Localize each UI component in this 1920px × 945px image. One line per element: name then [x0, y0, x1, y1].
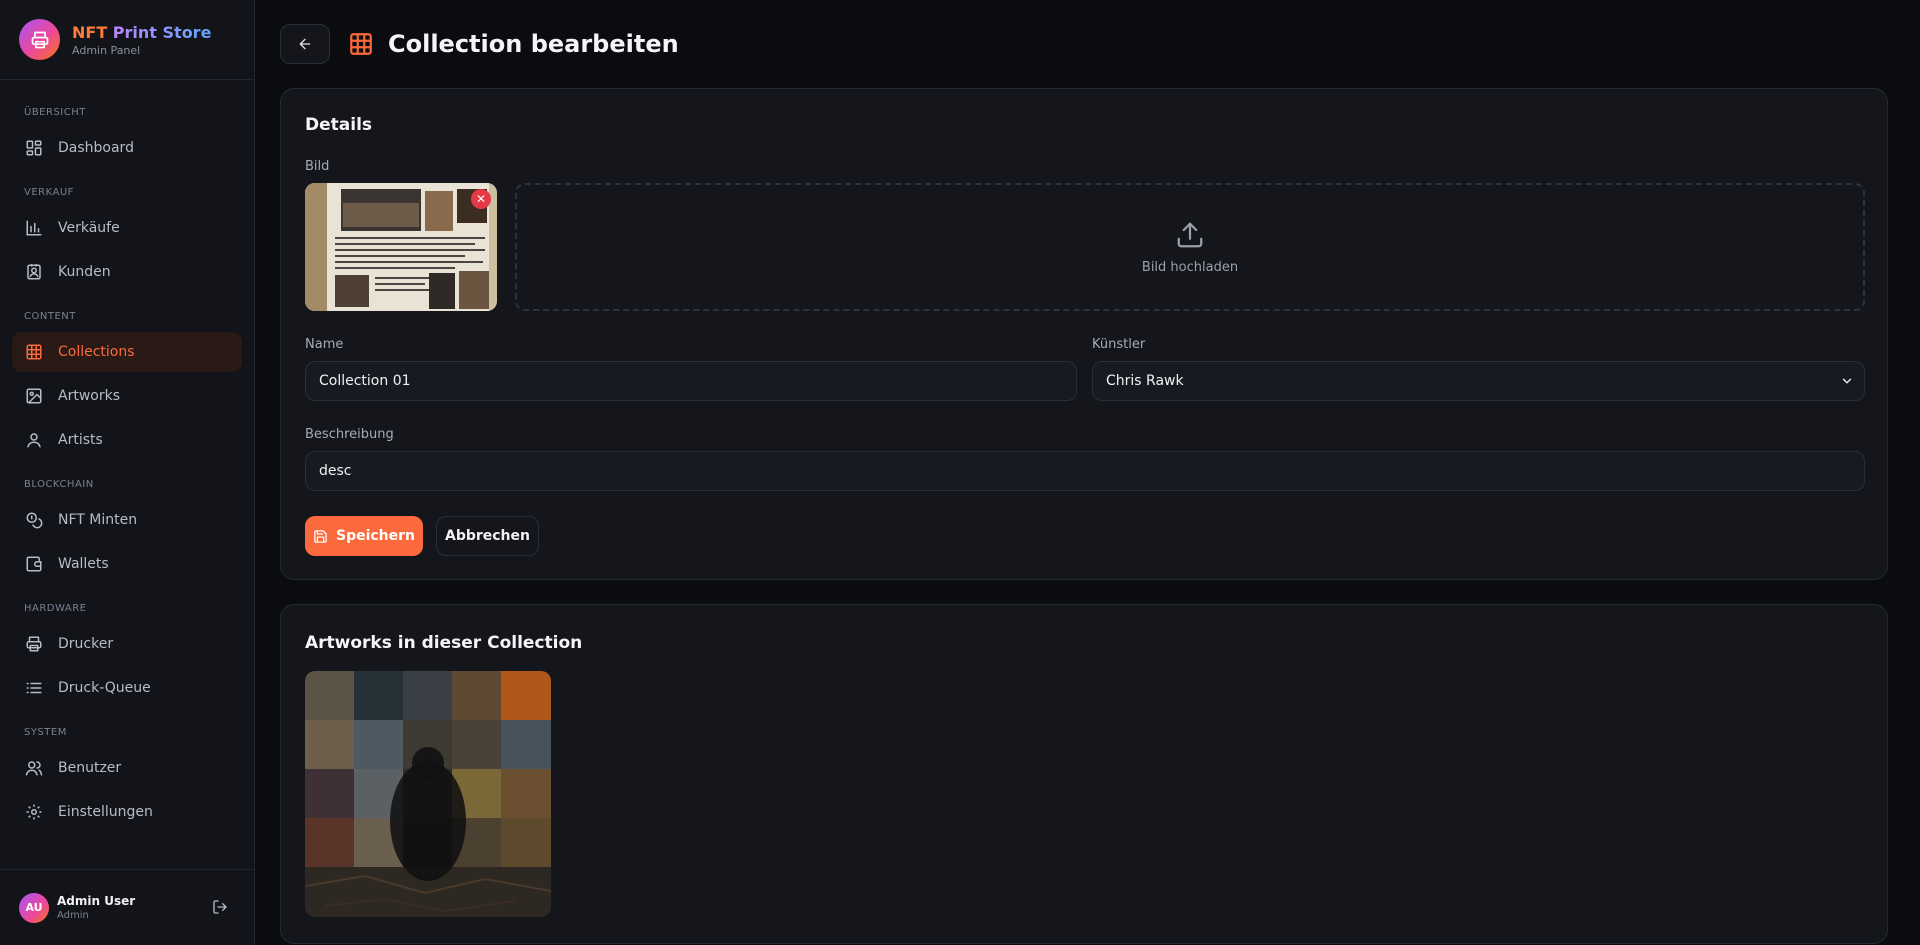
upload-icon [1177, 222, 1203, 247]
sidebar-item-wallets[interactable]: Wallets [12, 544, 242, 584]
section-label-overview: Übersicht [24, 107, 86, 118]
save-label: Speichern [335, 528, 416, 544]
sidebar-nav: Übersicht Dashboard Verkauf Verkäufe Kun… [0, 80, 254, 832]
sidebar-item-print-queue[interactable]: Druck-Queue [12, 668, 242, 708]
page-title: Collection bearbeiten [388, 30, 679, 58]
sidebar-item-label: Dashboard [58, 140, 134, 156]
list-icon [24, 678, 44, 698]
wallet-icon [24, 554, 44, 574]
remove-image-button[interactable]: ✕ [471, 189, 491, 209]
sidebar-item-label: Kunden [58, 264, 111, 280]
sidebar-item-label: Artists [58, 432, 103, 448]
user-icon [24, 430, 44, 450]
artist-select-value: Chris Rawk [1106, 373, 1184, 389]
printer-logo-icon [19, 19, 60, 60]
bar-chart-icon [24, 218, 44, 238]
grid-icon [348, 31, 374, 57]
description-input[interactable]: desc [305, 451, 1865, 491]
sidebar-item-dashboard[interactable]: Dashboard [12, 128, 242, 168]
details-title: Details [305, 115, 373, 135]
contact-card-icon [24, 262, 44, 282]
avatar: AU [19, 892, 49, 923]
sidebar-item-label: Artworks [58, 388, 120, 404]
name-input[interactable]: Collection 01 [305, 361, 1077, 401]
sidebar-item-label: NFT Minten [58, 512, 138, 528]
sidebar-item-label: Collections [58, 344, 135, 360]
name-label: Name [305, 337, 344, 352]
sidebar-item-printer[interactable]: Drucker [12, 624, 242, 664]
section-label-blockchain: Blockchain [24, 479, 94, 490]
sidebar-item-users[interactable]: Benutzer [12, 748, 242, 788]
sidebar-item-nft-mint[interactable]: NFT Minten [12, 500, 242, 540]
user-name: Admin User [57, 894, 136, 908]
sidebar-item-label: Einstellungen [58, 804, 153, 820]
brand: NFT Print Store Admin Panel [0, 0, 254, 80]
gear-icon [24, 802, 44, 822]
artwork-thumbnail[interactable] [305, 671, 551, 917]
image-icon [24, 386, 44, 406]
save-button[interactable]: Speichern [305, 516, 423, 556]
sidebar-item-label: Verkäufe [58, 220, 120, 236]
section-label-system: System [24, 727, 67, 738]
save-icon [313, 529, 328, 544]
artist-select[interactable]: Chris Rawk [1092, 361, 1865, 401]
sidebar-item-label: Druck-Queue [58, 680, 151, 696]
sidebar-item-settings[interactable]: Einstellungen [12, 792, 242, 832]
logout-icon[interactable] [210, 897, 230, 917]
artworks-section-title: Artworks in dieser Collection [305, 633, 583, 653]
sidebar-item-artworks[interactable]: Artworks [12, 376, 242, 416]
sidebar-item-label: Wallets [58, 556, 109, 572]
brand-title: NFT Print Store [72, 22, 212, 42]
sidebar-item-sales[interactable]: Verkäufe [12, 208, 242, 248]
printer-icon [24, 634, 44, 654]
chevron-down-icon [1840, 374, 1854, 392]
details-card: Details Bild ✕ Bild hochladen Name Colle… [280, 88, 1888, 580]
user-role: Admin [57, 910, 89, 921]
description-label: Beschreibung [305, 427, 394, 442]
dashboard-icon [24, 138, 44, 158]
sidebar-item-label: Benutzer [58, 760, 122, 776]
section-label-content: Content [24, 311, 76, 322]
arrow-left-icon [299, 38, 311, 50]
coins-icon [24, 510, 44, 530]
collection-image: ✕ [305, 183, 497, 311]
back-button[interactable] [280, 24, 330, 64]
grid-icon [24, 342, 44, 362]
sidebar: NFT Print Store Admin Panel Übersicht Da… [0, 0, 255, 945]
sidebar-item-customers[interactable]: Kunden [12, 252, 242, 292]
brand-subtitle: Admin Panel [72, 43, 141, 57]
cancel-button[interactable]: Abbrechen [436, 516, 539, 556]
section-label-sales: Verkauf [24, 187, 74, 198]
sidebar-item-collections[interactable]: Collections [12, 332, 242, 372]
section-label-hardware: Hardware [24, 603, 87, 614]
artworks-card: Artworks in dieser Collection [280, 604, 1888, 944]
users-icon [24, 758, 44, 778]
sidebar-item-artists[interactable]: Artists [12, 420, 242, 460]
main-content: Collection bearbeiten Details Bild ✕ Bil… [255, 0, 1920, 945]
user-panel: AU Admin User Admin [0, 869, 254, 945]
image-upload-dropzone[interactable]: Bild hochladen [515, 183, 1865, 311]
sidebar-item-label: Drucker [58, 636, 114, 652]
upload-label: Bild hochladen [1141, 259, 1239, 275]
artist-label: Künstler [1092, 337, 1146, 352]
page-header: Collection bearbeiten [280, 24, 679, 64]
image-label: Bild [305, 159, 330, 174]
